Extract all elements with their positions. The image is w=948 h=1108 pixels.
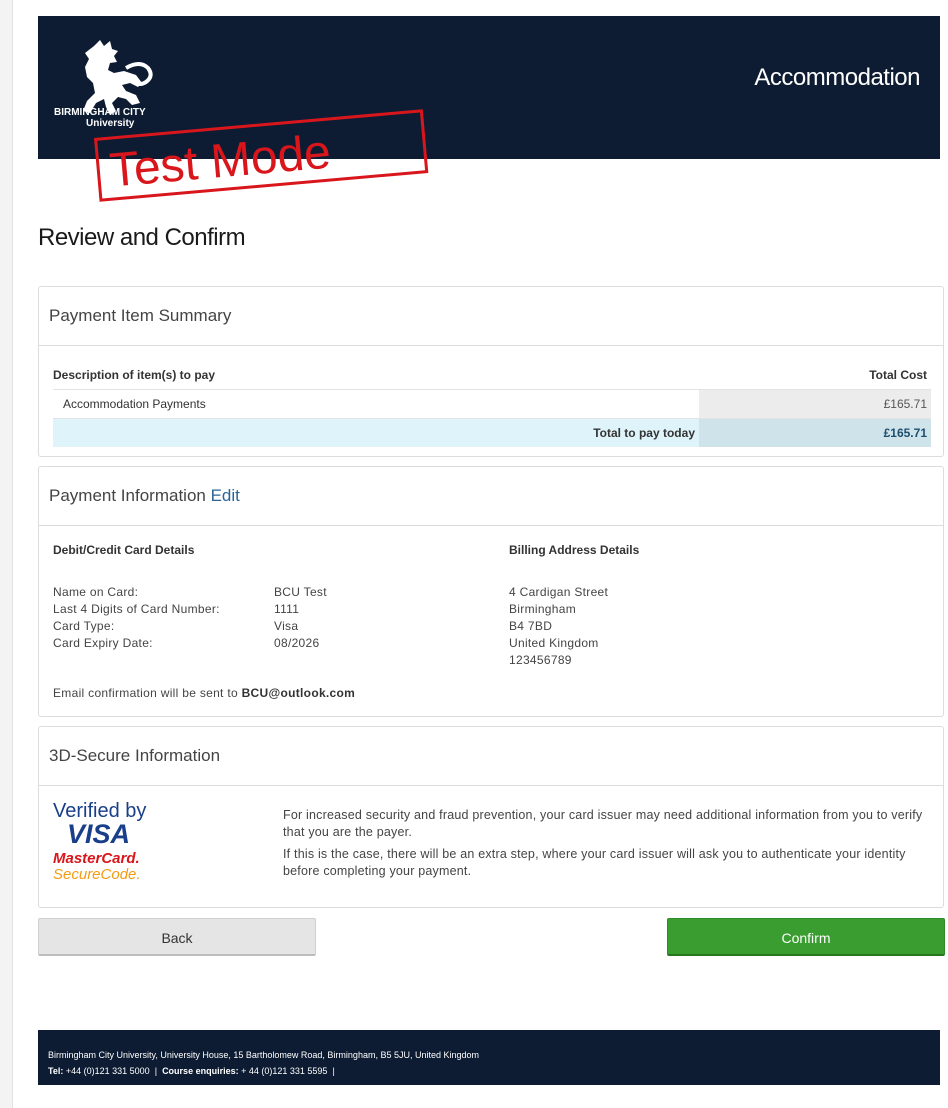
- logo-wordmark: BIRMINGHAM CITY University: [54, 107, 146, 129]
- email-confirmation-note: Email confirmation will be sent to BCU@o…: [53, 686, 355, 700]
- footer-address: Birmingham City University, University H…: [48, 1050, 479, 1060]
- payment-information-panel: Payment Information Edit Debit/Credit Ca…: [38, 466, 944, 717]
- item-cost: £165.71: [699, 390, 931, 418]
- table-header-row: Description of item(s) to pay Total Cost: [53, 361, 931, 390]
- address-line: 4 Cardigan Street: [509, 585, 609, 599]
- logo-visa: VISA: [67, 819, 131, 849]
- left-scroll-rail: [0, 0, 13, 1108]
- confirm-button[interactable]: Confirm: [667, 918, 945, 956]
- card-values: BCU Test 1111 Visa 08/2026: [274, 584, 327, 652]
- panel-heading: 3D-Secure Information: [39, 727, 943, 786]
- card-type-value: Visa: [274, 619, 299, 633]
- header-title: Accommodation: [754, 64, 920, 91]
- expiry-value: 08/2026: [274, 636, 320, 650]
- card-type-label: Card Type:: [53, 619, 115, 633]
- 3d-secure-panel: 3D-Secure Information Verified by VISA M…: [38, 726, 944, 908]
- address-line: United Kingdom: [509, 636, 599, 650]
- email-address: BCU@outlook.com: [241, 686, 356, 700]
- total-label: Total to pay today: [593, 426, 695, 440]
- expiry-label: Card Expiry Date:: [53, 636, 153, 650]
- verified-by-visa-logo: Verified by VISA MasterCard. SecureCode.: [53, 801, 146, 883]
- logo-line1: BIRMINGHAM CITY: [54, 107, 146, 118]
- billing-address: 4 Cardigan Street Birmingham B4 7BD Unit…: [509, 584, 608, 669]
- total-row: Total to pay today £165.71: [53, 419, 931, 447]
- last4-label: Last 4 Digits of Card Number:: [53, 602, 220, 616]
- last4-value: 1111: [274, 602, 300, 616]
- site-footer: Birmingham City University, University H…: [38, 1030, 940, 1085]
- email-prefix: Email confirmation will be sent to: [53, 686, 238, 700]
- panel-heading: Payment Item Summary: [39, 287, 943, 346]
- name-on-card-label: Name on Card:: [53, 585, 139, 599]
- table-row: Accommodation Payments £165.71: [53, 390, 931, 419]
- address-line: Birmingham: [509, 602, 577, 616]
- address-line: B4 7BD: [509, 619, 553, 633]
- name-on-card-value: BCU Test: [274, 585, 327, 599]
- logo-line2: University: [86, 118, 135, 129]
- logo-verified-by: Verified by: [53, 800, 147, 822]
- logo-mastercard: MasterCard.: [53, 850, 140, 867]
- summary-table: Description of item(s) to pay Total Cost…: [53, 361, 931, 447]
- tel-number: +44 (0)121 331 5000: [65, 1066, 150, 1076]
- col-total-header: Total Cost: [869, 368, 927, 382]
- item-description: Accommodation Payments: [63, 397, 206, 411]
- total-value: £165.71: [699, 419, 931, 447]
- payment-summary-panel: Payment Item Summary Description of item…: [38, 286, 944, 457]
- logo-securecode: SecureCode.: [53, 866, 141, 883]
- tel-label: Tel:: [48, 1066, 64, 1076]
- footer-contacts: Tel: +44 (0)121 331 5000 | Course enquir…: [48, 1063, 940, 1079]
- card-labels: Name on Card: Last 4 Digits of Card Numb…: [53, 584, 220, 652]
- course-number: + 44 (0)121 331 5595: [241, 1066, 328, 1076]
- address-line: 123456789: [509, 653, 572, 667]
- payment-info-title: Payment Information: [49, 486, 206, 505]
- course-label: Course enquiries:: [162, 1066, 239, 1076]
- separator: |: [154, 1066, 158, 1076]
- page-title: Review and Confirm: [38, 224, 246, 251]
- card-details-heading: Debit/Credit Card Details: [53, 543, 195, 557]
- 3d-secure-description: For increased security and fraud prevent…: [283, 807, 923, 885]
- back-button[interactable]: Back: [38, 918, 316, 956]
- secure-paragraph-1: For increased security and fraud prevent…: [283, 808, 923, 839]
- separator: |: [332, 1066, 335, 1076]
- secure-paragraph-2: If this is the case, there will be an ex…: [283, 847, 906, 878]
- edit-link[interactable]: Edit: [211, 486, 240, 505]
- col-description-header: Description of item(s) to pay: [53, 368, 216, 382]
- panel-heading: Payment Information Edit: [39, 467, 943, 526]
- billing-address-heading: Billing Address Details: [509, 543, 640, 557]
